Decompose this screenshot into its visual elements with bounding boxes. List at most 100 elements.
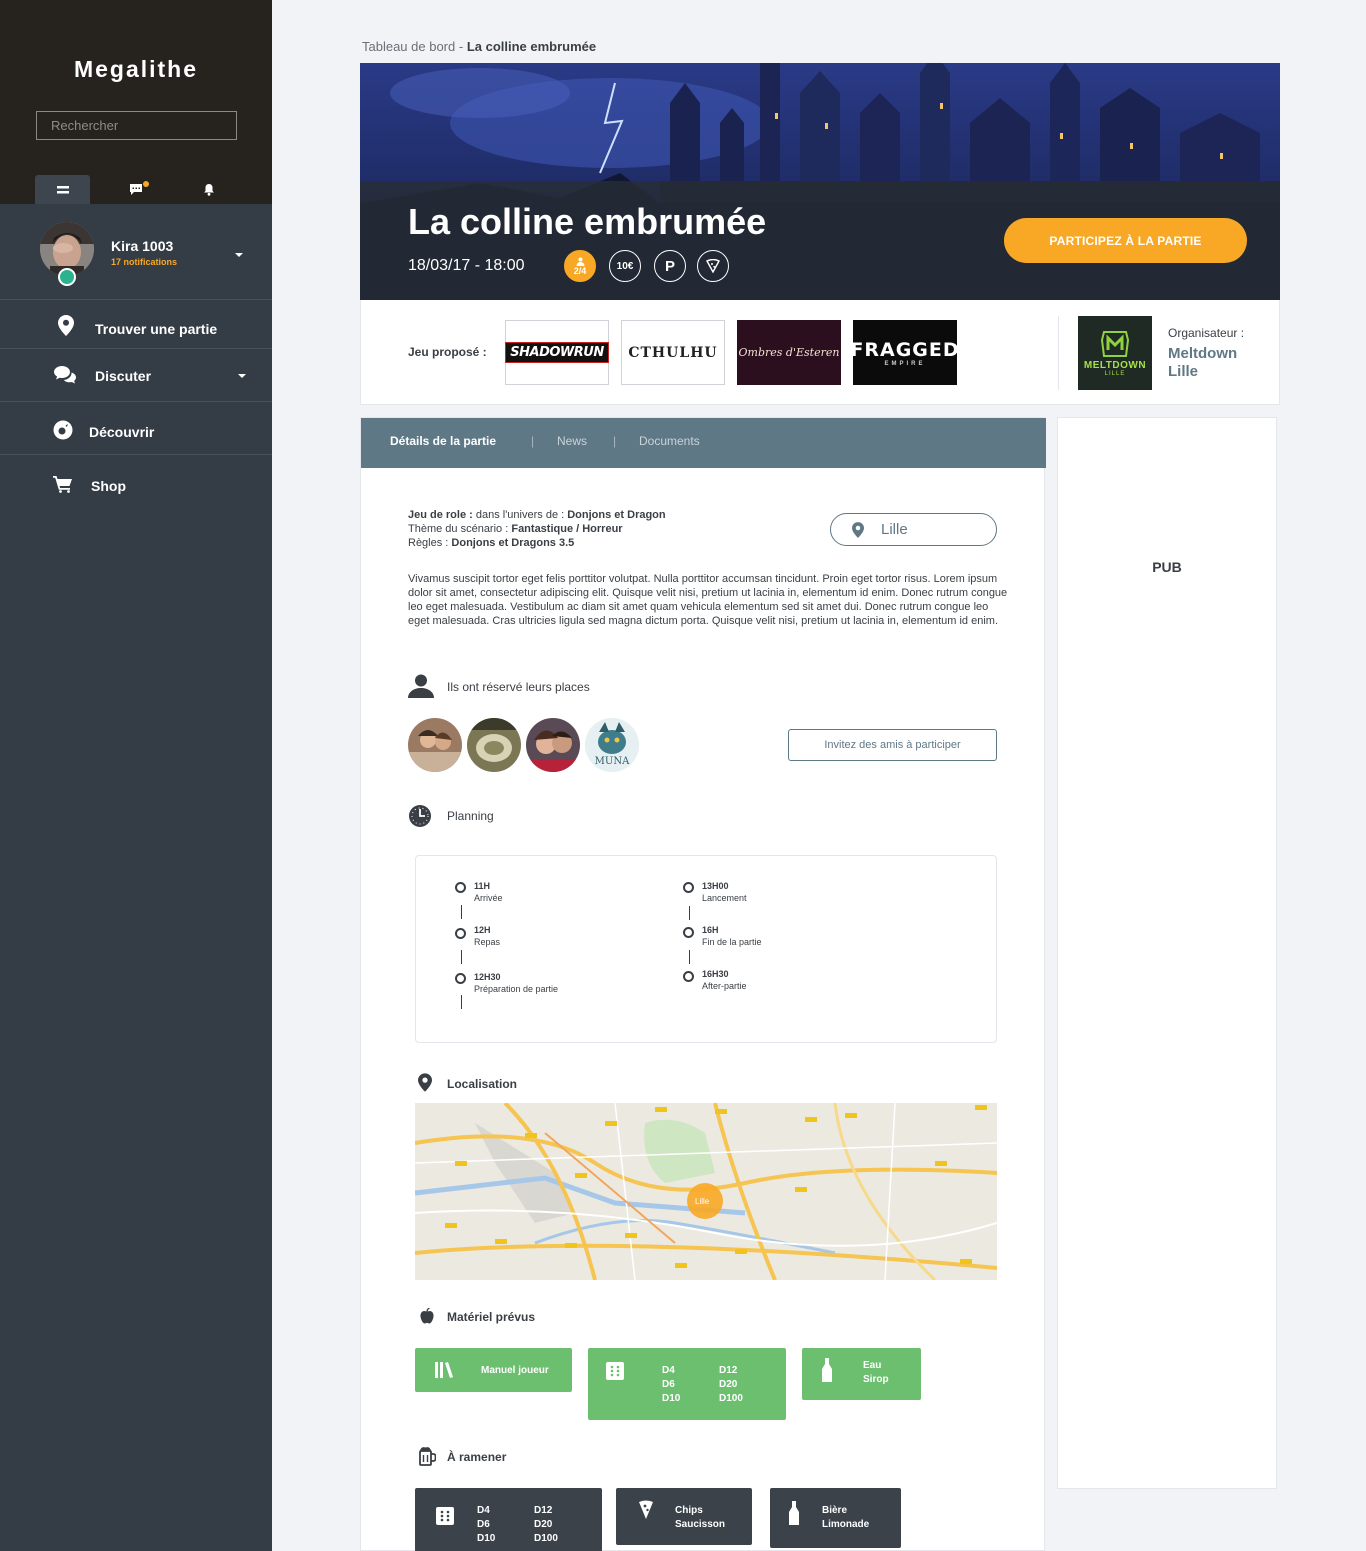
game-meta: Jeu de role : dans l'univers de : Donjon… [408, 508, 666, 550]
game-subname: EMPIRE [884, 360, 926, 367]
ramener-label: D12 [534, 1505, 553, 1516]
search-input[interactable] [36, 111, 237, 140]
event-datetime: 18/03/17 - 18:00 [408, 257, 525, 274]
participant-avatar[interactable] [467, 718, 521, 772]
cart-icon [51, 472, 75, 496]
organizer-emblem [1100, 330, 1130, 357]
ramener-label: Saucisson [675, 1519, 726, 1530]
players-count: 2/4 [573, 265, 587, 276]
organizer-name-line: Lille [1168, 363, 1199, 380]
players-count-chip: 2/4 [564, 250, 596, 282]
timeline-connector [461, 905, 462, 919]
ramener-label: Chips [675, 1505, 703, 1516]
meta-label: Jeu de role : [408, 509, 473, 521]
user-profile[interactable]: Kira 1003 17 notifications [0, 204, 272, 300]
participant-avatar[interactable] [408, 718, 462, 772]
meta-value: Donjons et Dragons 3.5 [451, 537, 575, 549]
price-chip: 10€ [609, 250, 641, 282]
bottle-icon [789, 1501, 799, 1525]
ramener-label: D4 [477, 1505, 490, 1516]
ramener-col: Bière Limonade [822, 1504, 869, 1532]
tab-separator: | [613, 434, 617, 448]
game-cthulhu[interactable]: CTHULHU [621, 320, 725, 385]
details-tabs: Détails de la partie | News | Documents [361, 418, 1046, 468]
timeline-label: Préparation de partie [474, 984, 559, 994]
breadcrumb-current: La colline embrumée [466, 39, 597, 54]
timeline-label: Lancement [702, 893, 747, 903]
hero-info-bar: La colline embrumée 18/03/17 - 18:00 2/4… [360, 181, 1280, 300]
join-game-button[interactable]: PARTICIPEZ À LA PARTIE [1004, 218, 1247, 263]
event-description: Vivamus suscipit tortor eget felis portt… [408, 573, 1008, 627]
bottle-icon [822, 1358, 832, 1382]
materiel-label: Sirop [863, 1374, 889, 1385]
compass-icon [51, 418, 75, 442]
chevron-down-icon[interactable] [235, 253, 243, 257]
materiel-item-des: D4 D6 D10 D12 D20 D100 [588, 1348, 786, 1420]
location-map[interactable]: Lille [415, 1103, 997, 1280]
sidebar-item-decouvrir[interactable]: Découvrir [0, 402, 272, 455]
ramener-col: D4 D6 D10 [477, 1504, 495, 1546]
game-ombres-esteren[interactable]: Ombres d'Esteren [737, 320, 841, 385]
timeline-dot [683, 927, 694, 938]
timeline-dot [683, 971, 694, 982]
meta-label: Thème du scénario : [408, 523, 509, 535]
menu-icon [56, 185, 69, 193]
clock-icon [408, 804, 432, 828]
tab-details[interactable]: Détails de la partie [390, 434, 496, 448]
materiel-label: D6 [662, 1379, 675, 1390]
location-badge[interactable]: Lille [830, 513, 997, 546]
materiel-col: Eau Sirop [863, 1359, 889, 1387]
participants-title: Ils ont réservé leurs places [447, 680, 590, 694]
tab-notifications[interactable] [181, 175, 236, 204]
parking-chip: P [654, 250, 686, 282]
timeline-connector [689, 906, 690, 920]
tab-chat[interactable] [109, 175, 164, 204]
meta-line-rules: Règles : Donjons et Dragons 3.5 [408, 536, 666, 550]
tab-menu[interactable] [35, 175, 90, 204]
meta-value: Fantastique / Horreur [511, 523, 623, 535]
breadcrumb-root[interactable]: Tableau de bord [362, 39, 455, 54]
app-logo[interactable]: Megalithe [0, 56, 272, 83]
ramener-label: D10 [477, 1533, 496, 1544]
timeline-dot [683, 882, 694, 893]
planning-title: Planning [447, 809, 494, 823]
ramener-col: D12 D20 D100 [534, 1504, 558, 1546]
beer-mug-icon [419, 1446, 436, 1466]
game-shadowrun[interactable]: SHADOWRUN [505, 320, 609, 385]
organizer-logo-subtext: LILLE [1104, 370, 1126, 377]
sidebar-item-shop[interactable]: Shop [0, 455, 272, 511]
timeline-time: 16H [702, 925, 719, 935]
timeline-label: Arrivée [474, 893, 503, 903]
person-icon [408, 674, 434, 698]
sidebar-item-label: Découvrir [89, 424, 155, 440]
ramener-col: Chips Saucisson [675, 1504, 725, 1532]
tab-news[interactable]: News [557, 434, 587, 448]
tab-separator: | [531, 434, 535, 448]
participant-avatar[interactable] [526, 718, 580, 772]
game-fragged[interactable]: FRAGGED EMPIRE [850, 320, 959, 385]
profile-name: Kira 1003 [111, 238, 174, 254]
sidebar-item-label: Discuter [95, 368, 152, 384]
sidebar-item-trouver[interactable]: Trouver une partie [0, 301, 272, 349]
materiel-label: D12 [719, 1365, 738, 1376]
organizer-name-line: Meltdown [1168, 345, 1238, 362]
ramener-label: D20 [534, 1519, 553, 1530]
advertisement-panel[interactable]: PUB [1057, 417, 1277, 1489]
sidebar-header: Megalithe [0, 0, 272, 204]
organizer-name[interactable]: Meltdown Lille [1168, 345, 1237, 381]
sidebar-item-label: Shop [91, 478, 126, 494]
avatar-badge [58, 268, 76, 286]
sidebar-item-discuter[interactable]: Discuter [0, 349, 272, 402]
pizza-icon [639, 1500, 653, 1519]
organizer-logo[interactable]: MELTDOWN LILLE [1078, 316, 1152, 390]
timeline-label: Repas [474, 937, 501, 947]
participant-avatar[interactable]: MUNA [585, 718, 639, 772]
materiel-label: D20 [719, 1379, 738, 1390]
timeline-time: 12H [474, 925, 491, 935]
invite-friends-button[interactable]: Invitez des amis à participer [788, 729, 997, 761]
profile-notifications[interactable]: 17 notifications [111, 257, 177, 267]
timeline-connector [461, 950, 462, 964]
tab-documents[interactable]: Documents [639, 434, 700, 448]
chevron-down-icon[interactable] [238, 374, 246, 378]
games-label: Jeu proposé : [408, 345, 487, 359]
